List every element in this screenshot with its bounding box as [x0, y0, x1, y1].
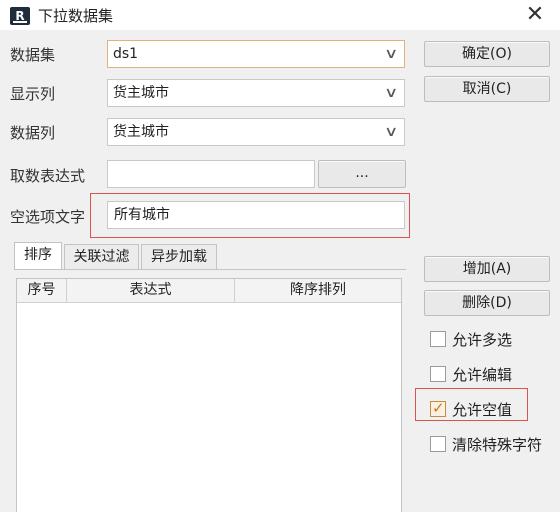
- checkmark-icon: ✓: [432, 399, 445, 417]
- column-header-descending[interactable]: 降序排列: [235, 279, 401, 303]
- delete-button[interactable]: 删除(D): [424, 290, 550, 316]
- option-label: 允许编辑: [452, 366, 513, 384]
- checkbox-icon[interactable]: [430, 331, 446, 347]
- tab-related-filter[interactable]: 关联过滤: [64, 244, 139, 270]
- app-logo-icon: R: [10, 7, 30, 25]
- column-header-index[interactable]: 序号: [17, 279, 67, 303]
- chevron-down-icon: ∨: [383, 85, 399, 101]
- add-button[interactable]: 增加(A): [424, 256, 550, 282]
- dataset-label: 数据集: [10, 46, 56, 64]
- dataset-select-value: ds1: [113, 46, 139, 62]
- data-column-value: 货主城市: [113, 124, 169, 140]
- sort-table[interactable]: 序号 表达式 降序排列: [16, 278, 402, 512]
- checkbox-icon[interactable]: [430, 366, 446, 382]
- data-column-label: 数据列: [10, 124, 56, 142]
- option-label: 允许空值: [452, 401, 513, 419]
- close-button[interactable]: ✕: [520, 2, 550, 28]
- title-bar: R 下拉数据集 ✕: [0, 0, 560, 30]
- data-column-select[interactable]: 货主城市 ∨: [107, 118, 405, 146]
- display-column-value: 货主城市: [113, 85, 169, 101]
- checkbox-icon[interactable]: [430, 436, 446, 452]
- expression-browse-button[interactable]: ...: [318, 160, 406, 188]
- tab-async-load[interactable]: 异步加载: [141, 244, 217, 270]
- window-title: 下拉数据集: [38, 7, 114, 25]
- checkbox-icon[interactable]: ✓: [430, 399, 446, 417]
- option-label: 清除特殊字符: [452, 436, 543, 454]
- dataset-select[interactable]: ds1 ∨: [107, 40, 405, 68]
- tab-divider: [14, 269, 406, 270]
- display-column-select[interactable]: 货主城市 ∨: [107, 79, 405, 107]
- tab-sort[interactable]: 排序: [14, 242, 62, 270]
- empty-option-label: 空选项文字: [10, 208, 86, 226]
- column-header-expression[interactable]: 表达式: [67, 279, 235, 303]
- option-label: 允许多选: [452, 331, 513, 349]
- ok-button[interactable]: 确定(O): [424, 41, 550, 67]
- cancel-button[interactable]: 取消(C): [424, 76, 550, 102]
- chevron-down-icon: ∨: [383, 124, 399, 140]
- chevron-down-icon: ∨: [383, 46, 399, 62]
- expression-input[interactable]: [107, 160, 315, 188]
- display-column-label: 显示列: [10, 85, 56, 103]
- expression-label: 取数表达式: [10, 167, 86, 185]
- empty-option-input[interactable]: 所有城市: [107, 201, 405, 229]
